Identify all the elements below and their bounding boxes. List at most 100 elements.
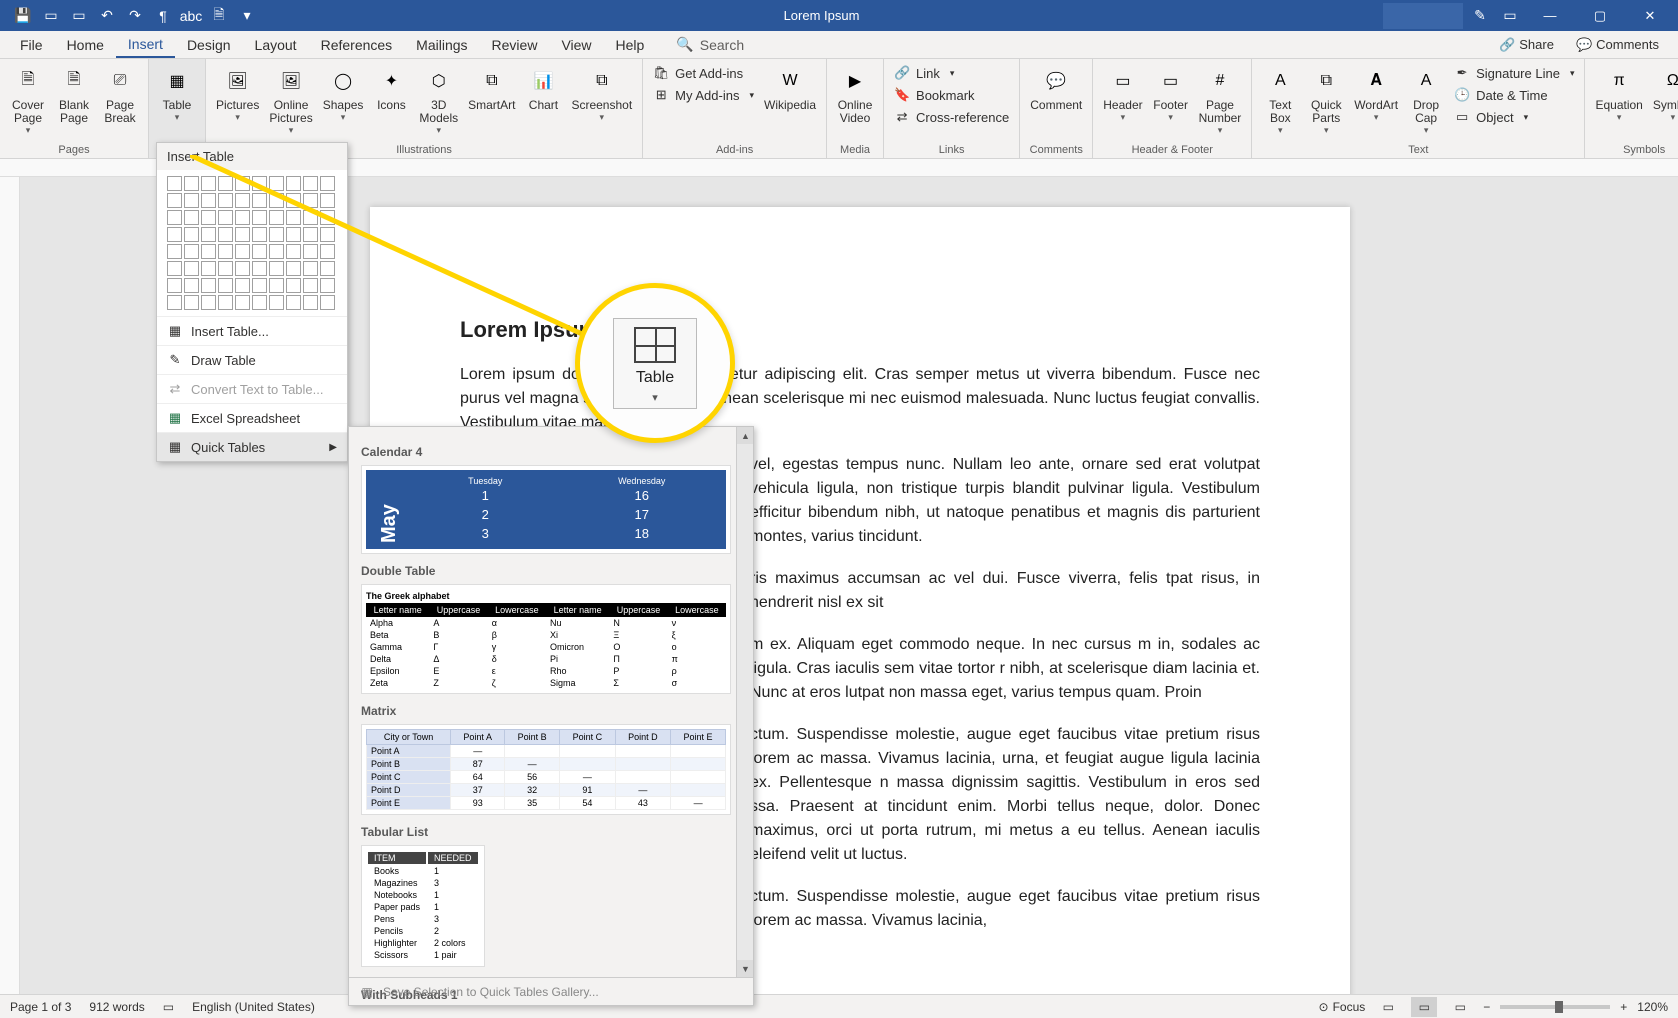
pen-icon[interactable]: ✎: [1467, 3, 1493, 29]
grid-cell[interactable]: [201, 210, 216, 225]
page-number-button[interactable]: #Page Number▾: [1195, 63, 1246, 138]
grid-cell[interactable]: [184, 295, 199, 310]
grid-cell[interactable]: [218, 244, 233, 259]
models-button[interactable]: ⬡3D Models▾: [415, 63, 462, 138]
grid-cell[interactable]: [235, 261, 250, 276]
grid-cell[interactable]: [184, 244, 199, 259]
grid-cell[interactable]: [286, 193, 301, 208]
folder-icon[interactable]: ▭: [38, 3, 64, 29]
grid-cell[interactable]: [269, 227, 284, 242]
grid-cell[interactable]: [286, 244, 301, 259]
datetime-button[interactable]: 🕒Date & Time: [1450, 85, 1578, 105]
search-box[interactable]: 🔍Search: [676, 31, 744, 58]
grid-cell[interactable]: [235, 278, 250, 293]
view-read-button[interactable]: ▭: [1375, 997, 1401, 1017]
grid-cell[interactable]: [167, 244, 182, 259]
grid-cell[interactable]: [252, 176, 267, 191]
grid-cell[interactable]: [303, 261, 318, 276]
grid-cell[interactable]: [303, 278, 318, 293]
grid-cell[interactable]: [269, 176, 284, 191]
view-web-button[interactable]: ▭: [1447, 997, 1473, 1017]
grid-cell[interactable]: [252, 278, 267, 293]
maximize-button[interactable]: ▢: [1577, 0, 1623, 31]
grid-cell[interactable]: [252, 193, 267, 208]
grid-cell[interactable]: [320, 210, 335, 225]
grid-cell[interactable]: [201, 193, 216, 208]
grid-cell[interactable]: [167, 210, 182, 225]
qt-tabular-preview[interactable]: ITEMNEEDEDBooks1Magazines3Notebooks1Pape…: [361, 845, 485, 967]
crossref-button[interactable]: ⇄Cross-reference: [890, 107, 1013, 127]
footer-button[interactable]: ▭Footer▾: [1149, 63, 1193, 125]
grid-cell[interactable]: [286, 227, 301, 242]
grid-cell[interactable]: [252, 227, 267, 242]
undo-icon[interactable]: ↶: [94, 3, 120, 29]
grid-cell[interactable]: [201, 278, 216, 293]
table-button[interactable]: ▦Table▾: [155, 63, 199, 125]
status-lang[interactable]: English (United States): [192, 1000, 315, 1014]
qt-cal4-preview[interactable]: May TuesdayWednesday116217318: [361, 465, 731, 554]
new-icon[interactable]: ▭: [66, 3, 92, 29]
symbol-button[interactable]: ΩSymbol▾: [1649, 63, 1678, 125]
link-button[interactable]: 🔗Link▾: [890, 63, 1013, 83]
grid-cell[interactable]: [252, 210, 267, 225]
status-spell-icon[interactable]: ▭: [163, 1000, 174, 1014]
textbox-button[interactable]: AText Box▾: [1258, 63, 1302, 138]
spell-icon[interactable]: abc: [178, 3, 204, 29]
signature-button[interactable]: ✒Signature Line▾: [1450, 63, 1578, 83]
qt-matrix-preview[interactable]: City or TownPoint APoint BPoint CPoint D…: [361, 724, 731, 815]
scroll-up-button[interactable]: ▲: [737, 427, 754, 444]
comments-button[interactable]: 💬Comments: [1569, 34, 1666, 56]
grid-cell[interactable]: [218, 210, 233, 225]
tab-design[interactable]: Design: [175, 31, 243, 58]
grid-cell[interactable]: [218, 295, 233, 310]
ribbon-options-icon[interactable]: ▭: [1497, 3, 1523, 29]
table-size-grid[interactable]: [157, 170, 347, 316]
grid-cell[interactable]: [320, 261, 335, 276]
online-video-button[interactable]: ▶Online Video: [833, 63, 877, 127]
grid-cell[interactable]: [320, 295, 335, 310]
grid-cell[interactable]: [286, 295, 301, 310]
grid-cell[interactable]: [320, 193, 335, 208]
grid-cell[interactable]: [303, 244, 318, 259]
ruler-vertical[interactable]: [0, 177, 20, 998]
my-addins-button[interactable]: ⊞My Add-ins▾: [649, 85, 758, 105]
bookmark-button[interactable]: 🔖Bookmark: [890, 85, 1013, 105]
page-icon[interactable]: 🗎: [206, 3, 232, 29]
view-print-button[interactable]: ▭: [1411, 997, 1437, 1017]
grid-cell[interactable]: [235, 210, 250, 225]
online-pictures-button[interactable]: 🖼Online Pictures▾: [265, 63, 316, 138]
grid-cell[interactable]: [201, 295, 216, 310]
grid-cell[interactable]: [218, 193, 233, 208]
grid-cell[interactable]: [269, 295, 284, 310]
grid-cell[interactable]: [286, 210, 301, 225]
tab-layout[interactable]: Layout: [243, 31, 309, 58]
tab-mailings[interactable]: Mailings: [404, 31, 479, 58]
header-button[interactable]: ▭Header▾: [1099, 63, 1146, 125]
tab-file[interactable]: File: [8, 31, 55, 58]
grid-cell[interactable]: [184, 261, 199, 276]
grid-cell[interactable]: [184, 193, 199, 208]
grid-cell[interactable]: [201, 227, 216, 242]
minimize-button[interactable]: —: [1527, 0, 1573, 31]
qt-double-preview[interactable]: The Greek alphabet Letter nameUppercaseL…: [361, 584, 731, 694]
grid-cell[interactable]: [303, 176, 318, 191]
grid-cell[interactable]: [269, 244, 284, 259]
smartart-button[interactable]: ⧉SmartArt: [464, 63, 519, 114]
close-button[interactable]: ✕: [1627, 0, 1673, 31]
grid-cell[interactable]: [184, 227, 199, 242]
quick-tables-item[interactable]: ▦Quick Tables▶: [157, 432, 347, 461]
grid-cell[interactable]: [286, 176, 301, 191]
dropcap-button[interactable]: ADrop Cap▾: [1404, 63, 1448, 138]
grid-cell[interactable]: [201, 261, 216, 276]
shapes-button[interactable]: ◯Shapes▾: [319, 63, 368, 125]
tab-review[interactable]: Review: [480, 31, 550, 58]
grid-cell[interactable]: [218, 261, 233, 276]
grid-cell[interactable]: [269, 278, 284, 293]
zoom-in-button[interactable]: +: [1620, 1000, 1627, 1014]
grid-cell[interactable]: [218, 278, 233, 293]
grid-cell[interactable]: [286, 261, 301, 276]
wikipedia-button[interactable]: WWikipedia: [760, 63, 820, 114]
grid-cell[interactable]: [252, 295, 267, 310]
grid-cell[interactable]: [167, 278, 182, 293]
object-button[interactable]: ▭Object▾: [1450, 107, 1578, 127]
